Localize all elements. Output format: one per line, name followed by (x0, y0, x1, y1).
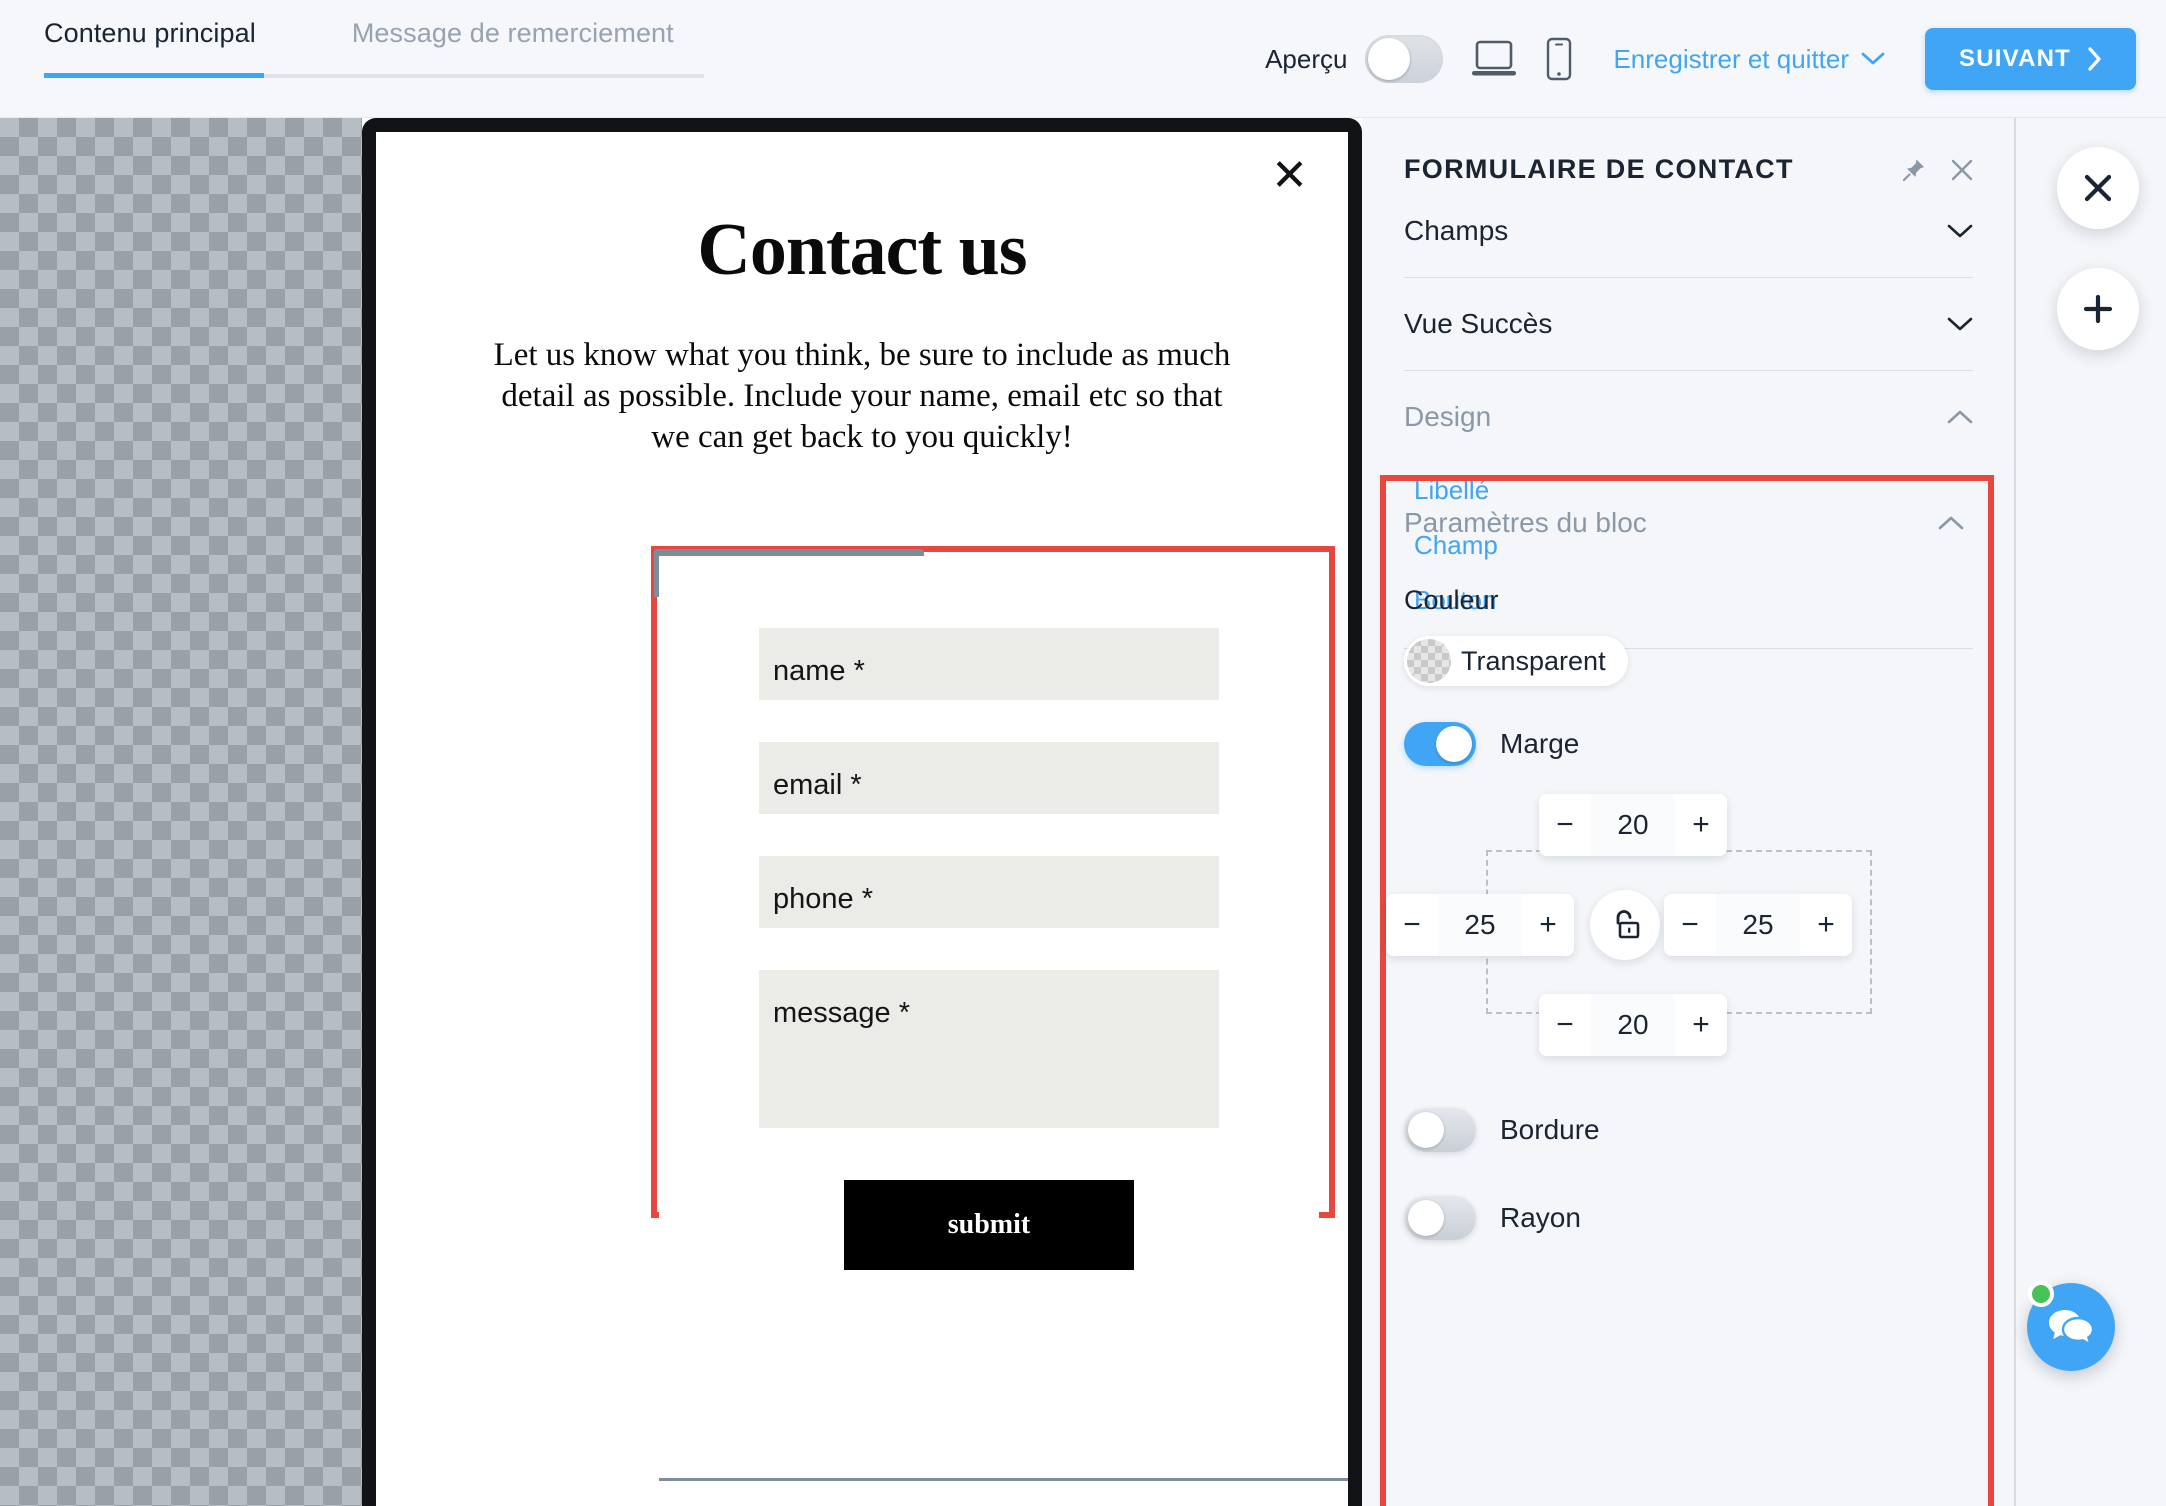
panel-close-icon[interactable] (1949, 157, 1975, 183)
canvas-area: ✕ Contact us Let us know what you think,… (0, 118, 1362, 1506)
transparent-swatch-icon (1407, 639, 1451, 683)
form-bottom-rule (659, 1478, 1348, 1481)
section-vue-succes[interactable]: Vue Succès (1404, 278, 1973, 371)
transparent-backdrop (0, 118, 362, 1506)
chevron-down-icon (1947, 317, 1973, 332)
section-champs-label: Champs (1404, 215, 1509, 246)
top-toolbar-actions: Aperçu Enregistrer et quitter SUIVANT (1265, 0, 2136, 118)
margin-top-value[interactable]: 20 (1591, 794, 1675, 856)
margin-label: Marge (1500, 728, 1580, 759)
form-field-phone[interactable]: phone * (759, 856, 1219, 928)
margin-toggle-knob (1436, 726, 1472, 762)
margin-controls: − 20 + − 25 + − 25 + − 20 + (1386, 794, 1988, 1056)
margin-bottom-value[interactable]: 20 (1591, 994, 1675, 1056)
chat-status-indicator (2028, 1281, 2054, 1307)
margin-top-increment[interactable]: + (1675, 794, 1727, 856)
block-params-header[interactable]: Paramètres du bloc (1386, 481, 1988, 539)
chevron-up-icon (1938, 516, 1964, 531)
close-icon (2080, 170, 2116, 206)
tab-underline-active (44, 73, 264, 78)
form-field-message[interactable]: message * (759, 970, 1219, 1128)
border-toggle-row: Bordure (1404, 1108, 1988, 1152)
margin-right-increment[interactable]: + (1800, 894, 1852, 956)
rail-add-button[interactable] (2057, 268, 2139, 350)
section-design-label: Design (1404, 401, 1492, 432)
color-picker-button[interactable]: Transparent (1404, 636, 1628, 686)
margin-right-decrement[interactable]: − (1664, 894, 1716, 956)
section-design[interactable]: Design (1404, 371, 1973, 463)
preview-toggle[interactable] (1365, 35, 1444, 83)
panel-title: FORMULAIRE DE CONTACT (1404, 154, 1794, 184)
chevron-up-icon (1947, 410, 1973, 425)
desktop-icon (1471, 38, 1517, 80)
popup-description: Let us know what you think, be sure to i… (493, 337, 1231, 455)
color-value-label: Transparent (1461, 645, 1606, 676)
margin-left-stepper: − 25 + (1386, 894, 1574, 956)
unlock-icon (1608, 907, 1642, 943)
chevron-right-icon (2087, 47, 2102, 71)
tab-contenu-principal[interactable]: Contenu principal (44, 0, 256, 49)
tab-message-de-remerciement[interactable]: Message de remerciement (352, 0, 674, 49)
margin-right-stepper: − 25 + (1664, 894, 1852, 956)
radius-label: Rayon (1500, 1202, 1581, 1233)
margin-top-stepper: − 20 + (1539, 794, 1727, 856)
panel-header-actions (1901, 157, 1975, 183)
mobile-view-button[interactable] (1545, 37, 1573, 81)
pin-icon[interactable] (1901, 157, 1927, 183)
properties-panel-header: FORMULAIRE DE CONTACT (1362, 118, 2015, 185)
preview-label: Aperçu (1265, 43, 1348, 74)
popup-body: ✕ Contact us Let us know what you think,… (376, 132, 1348, 1506)
contact-form-block: name * email * phone * message * submit (659, 556, 1319, 1270)
margin-bottom-increment[interactable]: + (1675, 994, 1727, 1056)
save-and-quit-button[interactable]: Enregistrer et quitter (1613, 44, 1885, 75)
popup-title: Contact us (697, 209, 1027, 291)
radius-toggle[interactable] (1404, 1196, 1476, 1240)
form-submit-button[interactable]: submit (844, 1180, 1134, 1270)
desktop-view-button[interactable] (1471, 38, 1517, 80)
section-vue-succes-label: Vue Succès (1404, 308, 1553, 339)
editor-tabs: Contenu principal Message de remerciemen… (44, 0, 674, 49)
popup-close-icon[interactable]: ✕ (1271, 154, 1308, 198)
editor-root: Contenu principal Message de remerciemen… (0, 0, 2166, 1506)
block-params-label: Paramètres du bloc (1404, 507, 1647, 538)
form-field-name[interactable]: name * (759, 628, 1219, 700)
rail-close-button[interactable] (2057, 147, 2139, 229)
margin-lock-button[interactable] (1590, 890, 1660, 960)
popup-frame: ✕ Contact us Let us know what you think,… (362, 118, 1362, 1506)
chevron-down-icon (1947, 224, 1973, 239)
border-label: Bordure (1500, 1114, 1600, 1145)
preview-toggle-knob (1368, 38, 1411, 80)
margin-left-value[interactable]: 25 (1438, 894, 1522, 956)
margin-toggle[interactable] (1404, 722, 1476, 766)
top-toolbar: Contenu principal Message de remerciemen… (0, 0, 2166, 118)
radius-toggle-row: Rayon (1404, 1196, 1988, 1240)
chevron-down-icon (1861, 52, 1885, 66)
save-and-quit-label: Enregistrer et quitter (1613, 43, 1850, 74)
form-field-email[interactable]: email * (759, 742, 1219, 814)
margin-bottom-stepper: − 20 + (1539, 994, 1727, 1056)
plus-icon (2080, 291, 2116, 327)
radius-toggle-knob (1408, 1200, 1444, 1236)
margin-right-value[interactable]: 25 (1716, 894, 1800, 956)
chat-bubbles-icon (2047, 1308, 2095, 1346)
color-label: Couleur (1404, 585, 1499, 615)
margin-left-decrement[interactable]: − (1386, 894, 1438, 956)
margin-bottom-decrement[interactable]: − (1539, 994, 1591, 1056)
next-button-label: SUIVANT (1959, 45, 2071, 72)
border-toggle[interactable] (1404, 1108, 1476, 1152)
margin-toggle-row: Marge (1404, 722, 1988, 766)
properties-panel: FORMULAIRE DE CONTACT Champs Vue Succès … (1362, 118, 2015, 1506)
next-button[interactable]: SUIVANT (1925, 28, 2136, 90)
margin-top-decrement[interactable]: − (1539, 794, 1591, 856)
section-champs[interactable]: Champs (1404, 185, 1973, 278)
margin-left-increment[interactable]: + (1522, 894, 1574, 956)
mobile-icon (1545, 37, 1573, 81)
block-params-section: Paramètres du bloc Couleur Transparent M… (1386, 481, 1988, 1240)
border-toggle-knob (1408, 1112, 1444, 1148)
